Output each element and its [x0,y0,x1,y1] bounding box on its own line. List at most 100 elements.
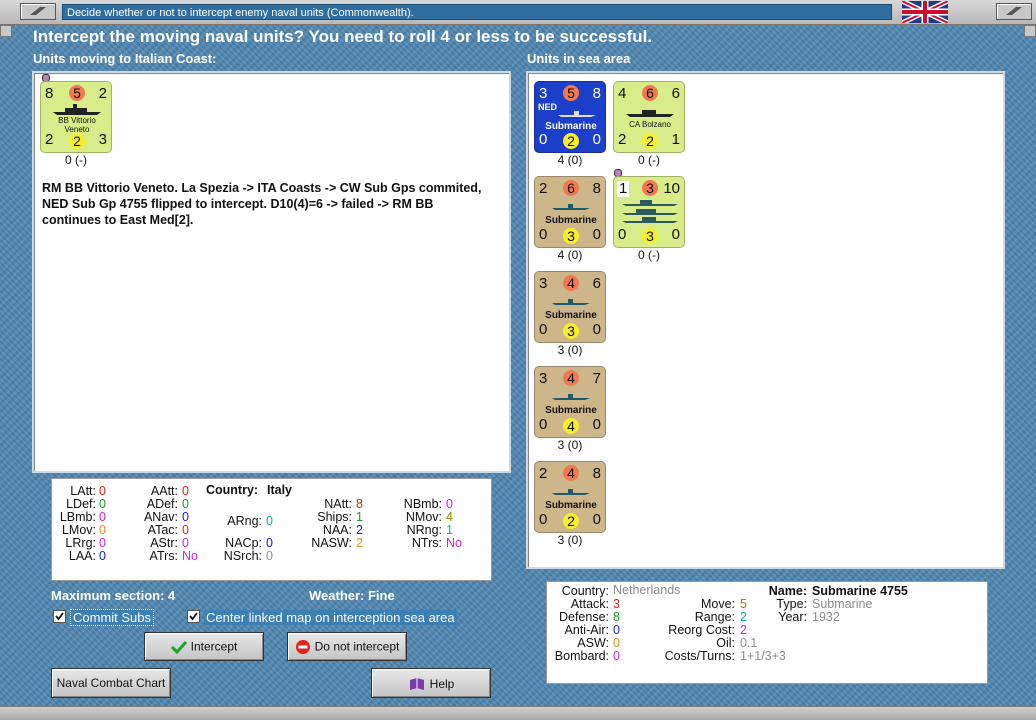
counter-value: 0 [539,321,548,338]
stat-arng-value: 0 [266,514,273,528]
commit-subs-label: Commit Subs [70,609,155,626]
counter-strength: 3 [642,180,658,196]
unit-costs-label: Costs/Turns: [664,649,735,663]
max-section-label: Maximum section: 4 [51,588,176,603]
counter-value: 2 [45,131,54,148]
intercept-button[interactable]: Intercept [144,632,264,661]
checkbox-icon[interactable] [187,610,200,623]
unit-caption: 0 (-) [65,153,87,167]
title-bar: Decide whether or not to intercept enemy… [0,0,1036,25]
checkmark-icon [170,640,187,654]
unit-stats-panel: Country: Netherlands Attack: 3 Defense: … [546,581,988,684]
dialog-heading: Intercept the moving naval units? You ne… [33,27,653,46]
counter-value: 4 [618,85,627,102]
counter-value: 10 [663,180,680,197]
counter-defense: 2 [69,133,85,149]
counter-label: Submarine [545,310,597,321]
commit-subs-checkbox[interactable]: Commit Subs [53,609,155,626]
counter-defense: 3 [563,323,579,339]
unit-caption: 0 (-) [638,248,660,262]
weather-label: Weather: Fine [309,588,395,603]
check-icon [55,612,64,621]
unit-year-label: Year: [778,610,807,624]
stat-nsrch-label: NSrch: [223,549,262,563]
stat-laa-value: 0 [99,549,106,563]
counter-strength: 5 [563,85,579,101]
counter-label: Submarine [545,500,597,511]
unit-counter-submarine[interactable]: 2 4 8 Submarine 0 2 0 [534,461,606,533]
counter-value: 0 [539,511,548,528]
combat-log: RM BB Vittorio Veneto. La Spezia -> ITA … [42,181,482,227]
unit-counter-ca-bolzano[interactable]: 4 6 6 CA Bolzano 2 2 1 [613,81,685,153]
counter-value: 3 [539,370,548,387]
stat-laa-label: LAA: [68,549,96,563]
counter-strength: 4 [563,370,579,386]
uk-flag-icon [902,1,948,23]
frame-corner [1024,25,1036,37]
counter-value: 7 [592,370,601,387]
intercept-label: Intercept [190,639,238,654]
counter-value: 2 [539,465,548,482]
counter-label: Submarine [545,215,597,226]
ships-group-icon [622,200,678,223]
window-close-button[interactable] [996,3,1032,20]
counter-defense: 3 [563,228,579,244]
counter-value: 0 [592,226,601,243]
counter-label: BB Vittorio [58,116,96,125]
unit-costs-value: 1+1/3+3 [740,649,786,663]
checkbox-icon[interactable] [53,610,66,623]
counter-value: 0 [592,511,601,528]
unit-caption: 3 (0) [557,343,583,357]
stat-atrs-label: ATrs: [149,549,178,563]
counter-value: 2 [539,180,548,197]
battleship-icon [53,104,101,115]
stat-atrs-value: No [182,549,198,563]
country-label: Country: [206,483,259,497]
do-not-intercept-button[interactable]: Do not intercept [287,632,407,661]
help-label: Help [429,676,455,691]
counter-defense: 2 [642,133,658,149]
window-menu-button[interactable] [20,3,56,20]
book-icon [409,677,424,690]
stat-nasw-value: 2 [356,536,363,550]
counter-value: 0 [592,131,601,148]
unit-counter-cruiser-group[interactable]: 1 3 10 0 3 0 [613,176,685,248]
unit-counter-submarine[interactable]: 3 4 6 Submarine 0 3 0 [534,271,606,343]
naval-combat-chart-label: Naval Combat Chart [56,676,166,690]
help-button[interactable]: Help [371,668,491,698]
counter-value: 2 [98,85,107,102]
counter-value: 8 [592,85,601,102]
counter-defense: 2 [563,133,579,149]
unit-counter-submarine[interactable]: 2 6 8 Submarine 0 3 0 [534,176,606,248]
counter-label: CA Bolzano [629,120,671,129]
counter-value: 8 [45,85,54,102]
unit-counter-submarine[interactable]: 3 4 7 Submarine 0 4 0 [534,366,606,438]
counter-strength: 6 [563,180,579,196]
country-stats-panel: LAtt: 0 LDef: 0 LBmb: 0 LMov: 0 LRrg: 0 … [51,478,492,581]
unit-bombard-value: 0 [613,649,620,663]
submarine-icon [552,489,590,495]
naval-combat-chart-button[interactable]: Naval Combat Chart [51,668,171,698]
unit-caption: 4 (0) [557,153,583,167]
bottom-frame [0,706,1036,720]
submarine-icon [558,111,596,117]
counter-strength: 6 [642,85,658,101]
counter-defense: 2 [563,513,579,529]
counter-strength: 4 [563,275,579,291]
center-map-checkbox[interactable]: Center linked map on interception sea ar… [187,610,457,626]
unit-bombard-label: Bombard: [554,649,609,663]
counter-value: 0 [539,131,548,148]
unit-caption: 3 (0) [557,533,583,547]
unit-counter-ned-submarine[interactable]: 3 5 8 NED Submarine 0 2 0 [534,81,606,153]
arrow-icon [30,7,46,15]
moving-units-title: Units moving to Italian Coast: [33,51,217,66]
counter-value: 2 [618,131,627,148]
arrow-icon [1006,7,1022,15]
counter-value: 0 [618,226,627,243]
submarine-icon [552,204,590,210]
counter-value: 1 [671,131,680,148]
submarine-icon [552,299,590,305]
counter-defense: 3 [642,228,658,244]
cruiser-icon [626,110,674,117]
unit-counter-bb-vittorio-veneto[interactable]: 8 5 2 BB Vittorio Veneto 2 2 3 [40,81,112,153]
